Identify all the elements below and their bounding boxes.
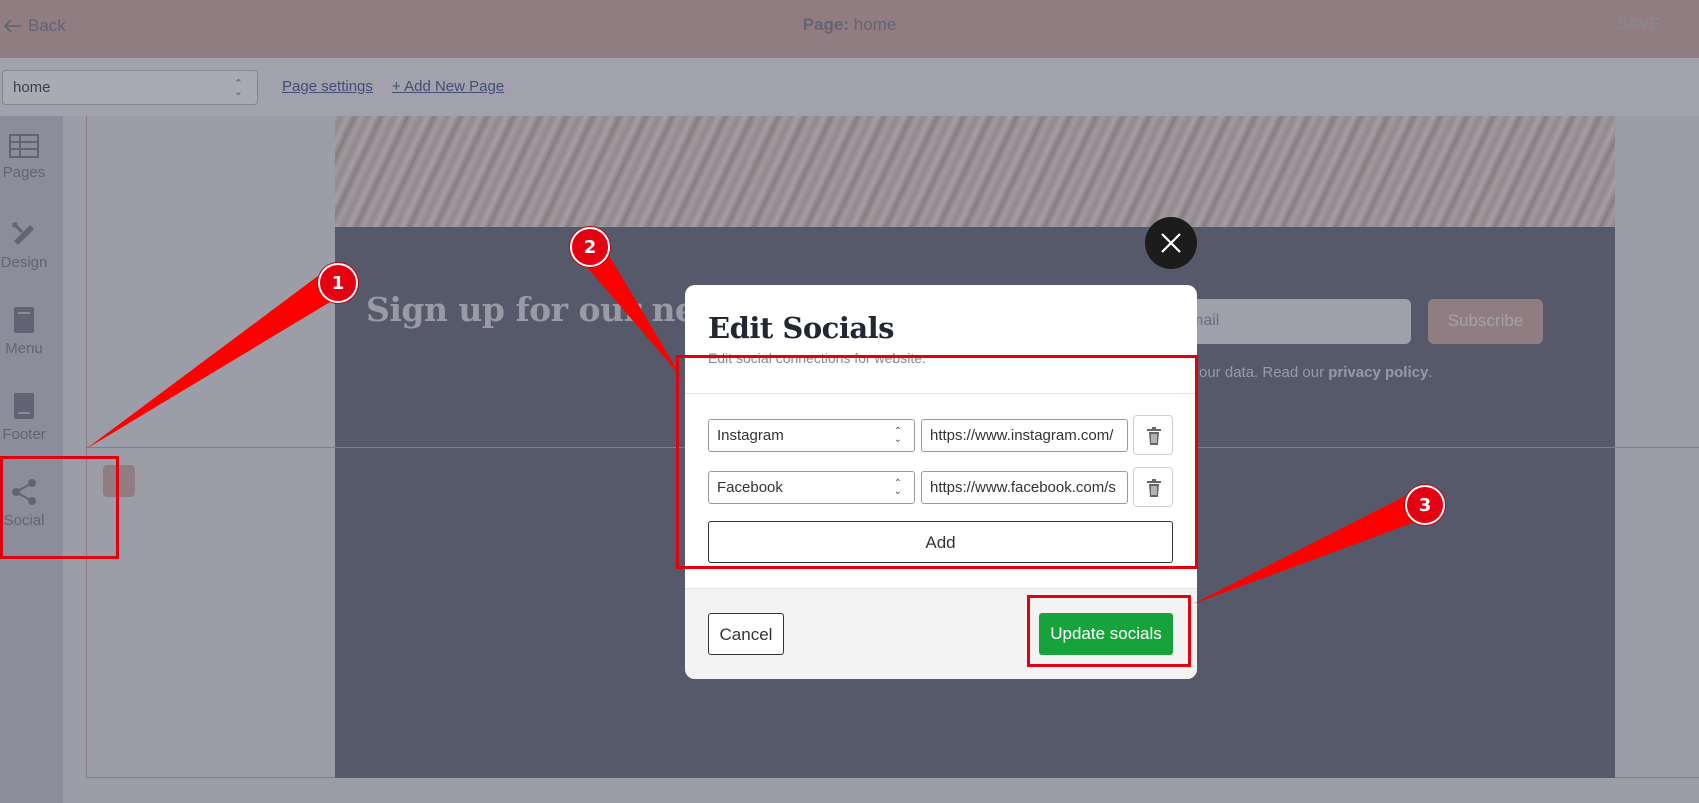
step-marker-2: 2 — [570, 227, 610, 267]
close-modal-button[interactable] — [1145, 217, 1197, 269]
highlight-update-button — [1027, 595, 1191, 667]
step-marker-1: 1 — [318, 263, 358, 303]
step-marker-3: 3 — [1405, 485, 1445, 525]
modal-title: Edit Socials — [708, 311, 894, 345]
cancel-button[interactable]: Cancel — [708, 613, 784, 655]
highlight-social-nav — [0, 456, 119, 559]
close-icon — [1161, 233, 1181, 253]
highlight-social-rows — [676, 355, 1198, 569]
